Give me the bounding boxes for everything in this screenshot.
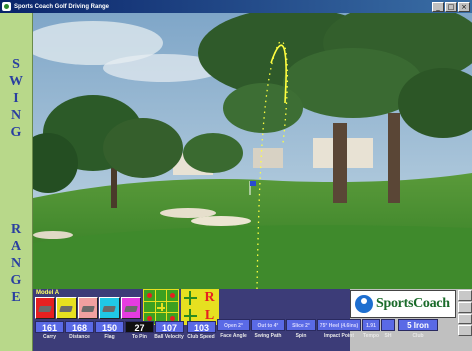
crosshair-icon[interactable] (181, 289, 200, 307)
ball-velocity-value: 107 (155, 321, 184, 333)
right-button[interactable]: R (200, 289, 219, 307)
range-scene-svg (33, 13, 472, 289)
bunker (33, 231, 73, 239)
side-button[interactable] (458, 313, 472, 325)
aim-grid (143, 289, 179, 325)
left-panel: S W I N G R A N G E (0, 13, 33, 351)
impact-point-value: 75° Heel (4.6ins) (317, 319, 361, 331)
ball-velocity-label: Ball Velocity (154, 334, 184, 340)
sh-label: SH (384, 333, 392, 339)
swing-letter: G (10, 125, 22, 140)
swing-letter: W (9, 74, 23, 89)
side-buttons (458, 290, 472, 336)
minimize-button[interactable]: _ (432, 1, 444, 12)
to-pin-label: To Pin (132, 334, 147, 340)
range-label: R A N G E (0, 221, 32, 306)
club-button[interactable] (77, 297, 99, 319)
tree-trunk (388, 113, 400, 203)
distance-label: Distance (69, 334, 90, 340)
tree (223, 83, 303, 133)
bunker (160, 208, 216, 218)
swing-letter: I (13, 91, 19, 106)
side-button[interactable] (458, 290, 472, 301)
aim-cell[interactable] (155, 290, 167, 301)
driving-range-view (33, 13, 472, 289)
face-angle-label: Face Angle (220, 333, 247, 339)
flag (250, 181, 256, 186)
to-pin-value: 27 (125, 321, 154, 333)
tree (103, 118, 183, 178)
club-label: Club (412, 333, 424, 339)
tree-trunk (333, 123, 347, 203)
swing-path-value: Out to 4° (251, 319, 285, 331)
flag-value: 150 (95, 321, 124, 333)
title-bar: Sports Coach Golf Driving Range _ □ × (0, 0, 472, 13)
side-button[interactable] (458, 301, 472, 313)
side-button[interactable] (458, 325, 472, 336)
club-speed-value: 103 (187, 321, 216, 333)
aim-cell[interactable] (144, 290, 155, 301)
swing-path-label: Swing Path (254, 333, 282, 339)
club-speed-label: Club Speed (187, 334, 215, 340)
tempo-value: 1.91 (362, 319, 380, 331)
logo-text: SportsCoach (376, 296, 450, 311)
foreground-grass (33, 225, 472, 289)
flag-label: Flag (104, 334, 115, 340)
tree (183, 133, 243, 173)
logo-icon (355, 295, 373, 313)
distance-value: 168 (65, 321, 94, 333)
swing-letter: N (10, 108, 22, 123)
spin-value: Slice 2° (286, 319, 316, 331)
maximize-button[interactable]: □ (445, 1, 457, 12)
model-label: Model A (36, 290, 60, 296)
aim-cell[interactable] (167, 301, 178, 313)
club-selector (35, 297, 142, 319)
spin-label: Spin (295, 333, 307, 339)
building (253, 148, 283, 168)
bunker (191, 216, 251, 226)
app-icon (2, 2, 11, 11)
club-button[interactable] (35, 297, 56, 319)
sports-coach-logo: SportsCoach (350, 290, 456, 318)
range-letter: E (11, 290, 21, 305)
impact-point-label: Impact Point (323, 333, 354, 339)
tempo-label: Tempo (362, 333, 380, 339)
face-angle-value: Open 2° (217, 319, 250, 331)
carry-label: Carry (42, 334, 57, 340)
sh-value (381, 319, 395, 331)
range-letter: A (10, 239, 22, 254)
swing-letter: S (12, 57, 20, 72)
swing-label: S W I N G (0, 56, 32, 141)
close-button[interactable]: × (458, 1, 470, 12)
aim-cell[interactable] (167, 290, 178, 301)
range-letter: N (10, 256, 22, 271)
club-button[interactable] (120, 297, 142, 319)
direction-pad: R L (181, 289, 219, 325)
app-window: Sports Coach Golf Driving Range _ □ × S … (0, 0, 472, 351)
aim-cell[interactable] (144, 301, 155, 313)
range-letter: R (10, 222, 22, 237)
window-title: Sports Coach Golf Driving Range (14, 3, 110, 10)
club-button[interactable] (99, 297, 120, 319)
carry-value: 161 (35, 321, 64, 333)
window-controls: _ □ × (432, 1, 470, 12)
range-letter: G (10, 273, 22, 288)
club-button[interactable] (56, 297, 77, 319)
aim-cell[interactable] (155, 301, 167, 313)
club-value: 5 Iron (398, 319, 438, 331)
